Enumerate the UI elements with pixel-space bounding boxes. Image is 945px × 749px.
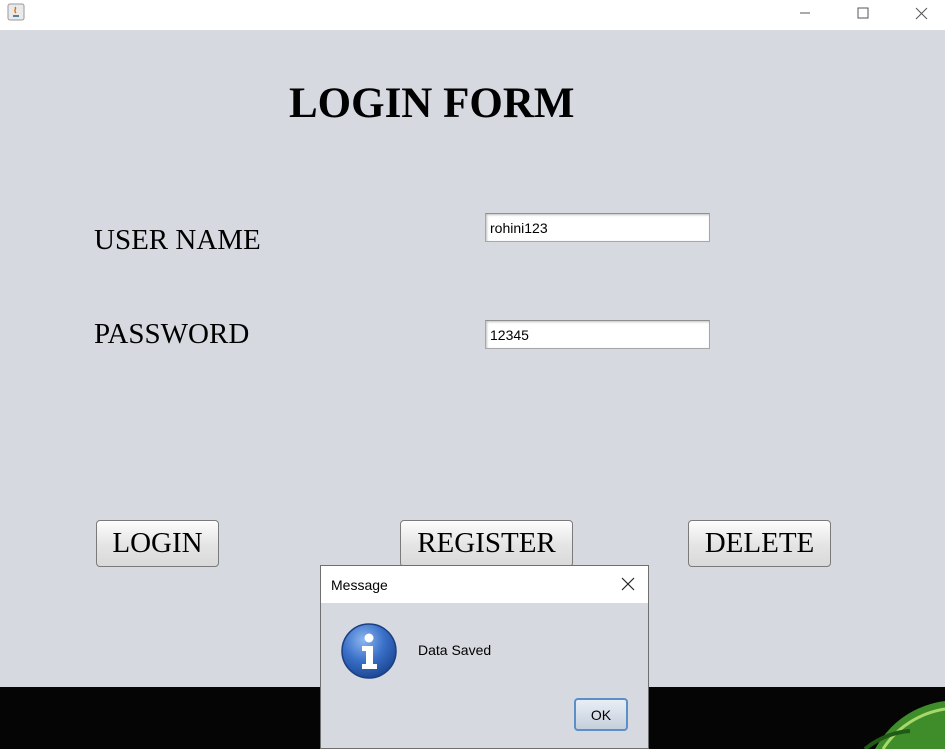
password-input[interactable] xyxy=(485,320,710,349)
maximize-icon xyxy=(857,7,869,19)
dialog-title-bar: Message xyxy=(321,566,648,603)
dialog-close-button[interactable] xyxy=(616,572,640,596)
close-button[interactable] xyxy=(898,0,944,26)
window-title-bar xyxy=(0,0,945,30)
ok-button[interactable]: OK xyxy=(574,698,628,731)
login-button[interactable]: LOGIN xyxy=(96,520,219,567)
close-icon xyxy=(915,7,927,19)
dialog-title: Message xyxy=(331,577,388,593)
register-button[interactable]: REGISTER xyxy=(400,520,573,567)
java-app-icon xyxy=(7,3,25,21)
leaf-image xyxy=(863,701,945,749)
password-label: PASSWORD xyxy=(94,318,250,350)
message-dialog: Message Data Saved OK xyxy=(320,565,649,749)
dialog-message: Data Saved xyxy=(418,642,492,658)
delete-button[interactable]: DELETE xyxy=(688,520,831,567)
page-title: LOGIN FORM xyxy=(289,80,575,127)
username-label: USER NAME xyxy=(94,224,261,256)
minimize-icon xyxy=(800,12,810,14)
close-icon xyxy=(621,577,635,591)
info-icon xyxy=(341,623,397,679)
minimize-button[interactable] xyxy=(782,0,828,26)
username-input[interactable] xyxy=(485,213,710,242)
maximize-button[interactable] xyxy=(840,0,886,26)
